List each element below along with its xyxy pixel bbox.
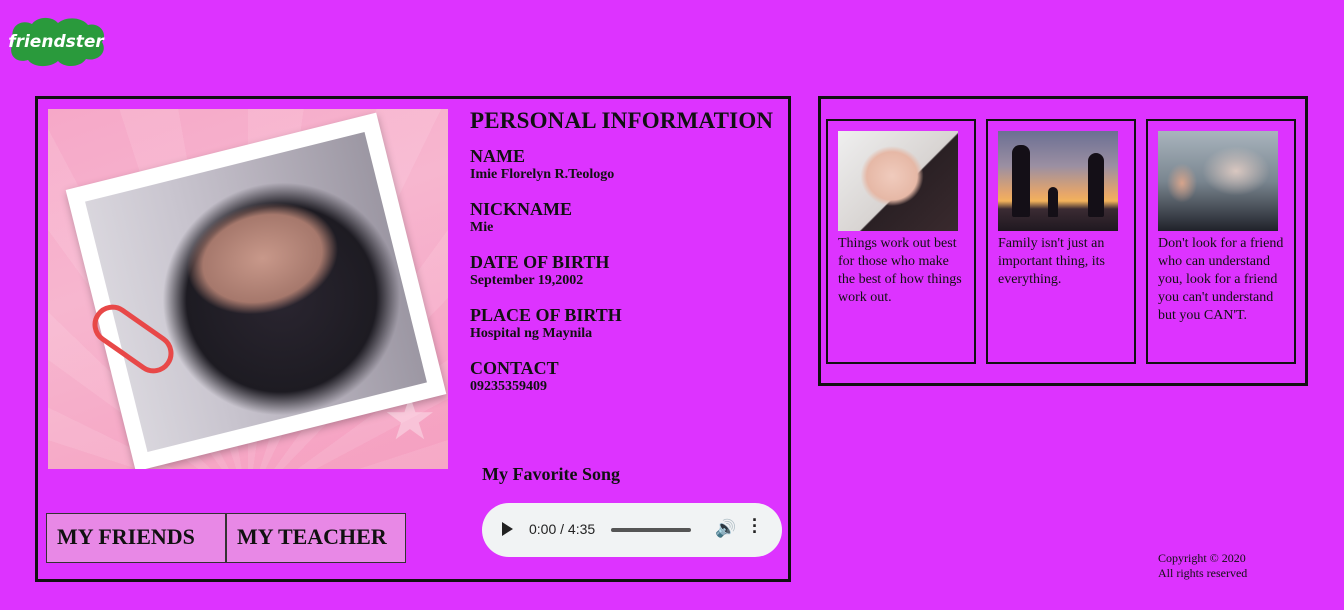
gallery-caption: Don't look for a friend who can understa… — [1158, 236, 1284, 323]
profile-picture — [85, 131, 427, 453]
gallery-image — [998, 131, 1118, 231]
personal-info-heading: PERSONAL INFORMATION — [470, 108, 774, 133]
field-value: Imie Florelyn R.Teologo — [470, 167, 615, 182]
playback-time: 0:00 / 4:35 — [529, 521, 596, 537]
field-value: Mie — [470, 220, 494, 235]
field-value: 09235359409 — [470, 379, 547, 394]
field-date-of-birth: DATE OF BIRTH September 19,2002 — [470, 252, 790, 289]
logo-text: friendster — [8, 32, 105, 52]
field-value: September 19,2002 — [470, 273, 584, 288]
field-name: NAME Imie Florelyn R.Teologo — [470, 146, 790, 183]
field-label: NAME — [470, 146, 525, 166]
friendster-logo[interactable]: friendster — [4, 14, 108, 68]
field-label: PLACE OF BIRTH — [470, 305, 622, 325]
copyright-line: Copyright © 2020 — [1158, 551, 1246, 565]
gallery-caption: Things work out best for those who make … — [838, 236, 962, 305]
field-label: DATE OF BIRTH — [470, 252, 610, 272]
field-value: Hospital ng Maynila — [470, 326, 593, 341]
personal-information: PERSONAL INFORMATION NAME Imie Florelyn … — [470, 108, 790, 411]
my-friends-button[interactable]: MY FRIENDS — [46, 513, 226, 563]
gallery-card: Don't look for a friend who can understa… — [1146, 119, 1296, 364]
rights-line: All rights reserved — [1158, 566, 1248, 580]
seek-slider[interactable] — [611, 528, 691, 532]
gallery-card: Family isn't just an important thing, it… — [986, 119, 1136, 364]
star-icon: ★ — [383, 386, 437, 452]
field-contact: CONTACT 09235359409 — [470, 358, 790, 395]
my-teacher-button[interactable]: MY TEACHER — [226, 513, 406, 563]
field-nickname: NICKNAME Mie — [470, 199, 790, 236]
gallery-caption: Family isn't just an important thing, it… — [998, 236, 1105, 287]
copyright-footer: Copyright © 2020 All rights reserved — [1158, 551, 1247, 581]
field-label: CONTACT — [470, 358, 559, 378]
play-icon[interactable] — [502, 522, 513, 536]
audio-player[interactable]: 0:00 / 4:35 🔊 · · · — [482, 503, 782, 557]
profile-photo: ★ — [48, 109, 448, 469]
favorite-song-title: My Favorite Song — [482, 464, 620, 484]
more-options-icon[interactable]: · · · — [752, 511, 758, 541]
gallery-image — [838, 131, 958, 231]
gallery-image — [1158, 131, 1278, 231]
field-place-of-birth: PLACE OF BIRTH Hospital ng Maynila — [470, 305, 790, 342]
volume-icon[interactable]: 🔊 — [715, 519, 736, 539]
gallery-card: Things work out best for those who make … — [826, 119, 976, 364]
field-label: NICKNAME — [470, 199, 572, 219]
